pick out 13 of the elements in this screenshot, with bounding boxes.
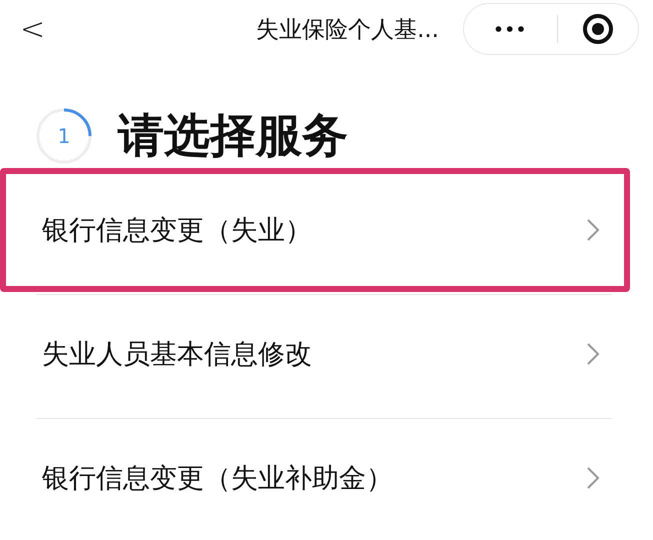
target-icon	[580, 12, 615, 46]
chevron-right-icon	[586, 342, 600, 366]
service-item[interactable]: 银行信息变更（失业）	[0, 168, 630, 292]
more-button[interactable]: •••	[464, 18, 556, 40]
service-item[interactable]: 失业人员基本信息修改	[0, 292, 630, 416]
progress-ring	[34, 106, 94, 166]
service-item[interactable]: 银行信息变更（失业补助金）	[0, 416, 630, 540]
back-button[interactable]: <	[0, 10, 80, 48]
section-heading: 请选择服务	[118, 107, 348, 164]
step-number: 1	[58, 126, 70, 146]
page-title: 失业保险个人基...	[255, 16, 440, 44]
chevron-right-icon	[586, 218, 600, 242]
chevron-right-icon	[586, 466, 600, 490]
